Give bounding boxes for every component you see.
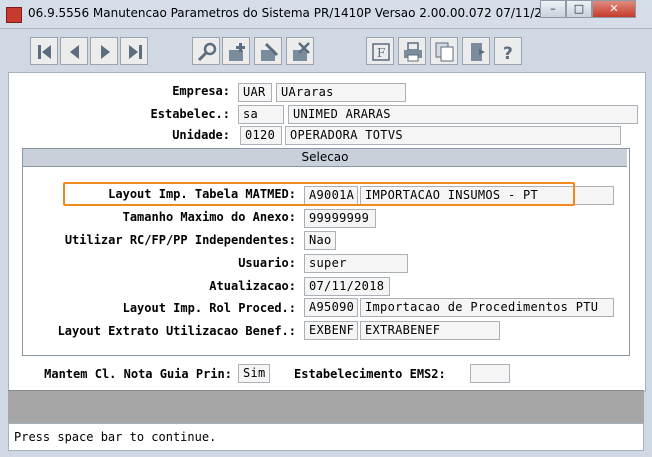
estabelec-name-field[interactable]: UNIMED ARARAS — [288, 105, 638, 124]
last-record-button[interactable] — [120, 37, 148, 65]
selecao-dialog-title: Selecao — [23, 149, 627, 167]
tamanho-anexo-label: Tamanho Maximo do Anexo: — [122, 210, 296, 224]
filter-button[interactable]: F — [366, 37, 394, 65]
search-button[interactable] — [192, 37, 220, 65]
toolbar: F ? — [8, 33, 644, 71]
usuario-label: Usuario: — [238, 256, 296, 270]
help-button[interactable]: ? — [494, 37, 522, 65]
add-button[interactable] — [222, 37, 250, 65]
mantem-cl-label: Mantem Cl. Nota Guia Prin: — [44, 367, 232, 381]
first-record-button[interactable] — [30, 37, 58, 65]
layout-extrato-label: Layout Extrato Utilizacao Benef.: — [57, 324, 296, 338]
title-bar: 06.9.5556 Manutencao Parametros do Siste… — [0, 0, 652, 29]
atualizacao-label: Atualizacao: — [209, 279, 296, 293]
next-icon — [101, 45, 110, 59]
help-icon: ? — [503, 44, 513, 63]
next-record-button[interactable] — [90, 37, 118, 65]
minimize-button[interactable]: – — [540, 0, 566, 18]
svg-text:?: ? — [503, 44, 513, 63]
tamanho-anexo-field[interactable]: 99999999 — [304, 209, 376, 228]
app-window: 06.9.5556 Manutencao Parametros do Siste… — [0, 0, 652, 457]
previous-icon — [70, 45, 79, 59]
empresa-label: Empresa: — [172, 84, 230, 98]
close-button[interactable]: ✕ — [592, 0, 636, 18]
edit-icon — [261, 42, 279, 61]
highlight-box — [63, 182, 575, 206]
empresa-name-field[interactable]: UAraras — [276, 83, 406, 102]
utilizar-rc-field[interactable]: Nao — [304, 231, 336, 250]
layout-rol-value-field[interactable]: Importacao de Procedimentos PTU — [360, 298, 614, 317]
delete-button[interactable] — [286, 37, 314, 65]
filter-icon: F — [372, 43, 390, 61]
first-icon — [38, 45, 51, 59]
estabelecimento-ems2-label: Estabelecimento EMS2: — [294, 367, 446, 381]
empresa-code-field[interactable]: UAR — [238, 83, 272, 102]
estabelecimento-ems2-field[interactable] — [470, 364, 510, 383]
atualizacao-field[interactable]: 07/11/2018 — [304, 277, 390, 296]
unidade-name-field[interactable]: OPERADORA TOTVS — [285, 126, 621, 145]
add-icon — [229, 43, 245, 61]
layout-extrato-value-field[interactable]: EXTRABENEF — [360, 321, 500, 340]
print-button[interactable] — [398, 37, 426, 65]
unidade-label: Unidade: — [172, 128, 230, 142]
estabelec-code-field[interactable]: sa — [238, 105, 284, 124]
key-search-icon — [197, 42, 217, 62]
delete-icon — [293, 42, 310, 61]
layout-extrato-code-field[interactable]: EXBENF — [304, 321, 358, 340]
unidade-code-field[interactable]: 0120 — [240, 126, 282, 145]
utilizar-rc-label: Utilizar RC/FP/PP Independentes: — [64, 233, 296, 247]
maximize-button[interactable]: □ — [566, 0, 592, 18]
exit-button[interactable] — [462, 37, 490, 65]
print-icon — [404, 42, 422, 62]
app-icon — [6, 7, 22, 23]
estabelec-label: Estabelec.: — [150, 107, 230, 121]
svg-text:F: F — [377, 46, 385, 60]
usuario-field[interactable]: super — [304, 254, 408, 273]
last-icon — [129, 45, 142, 59]
copy-icon — [435, 42, 454, 62]
status-message: Press space bar to continue. — [14, 430, 217, 444]
previous-record-button[interactable] — [60, 37, 88, 65]
copy-button[interactable] — [430, 37, 458, 65]
exit-door-icon — [471, 43, 485, 61]
layout-rol-label: Layout Imp. Rol Proced.: — [122, 301, 296, 315]
message-area — [8, 390, 644, 423]
status-bar: Press space bar to continue. — [8, 423, 644, 451]
mantem-cl-field[interactable]: Sim — [238, 364, 270, 383]
edit-button[interactable] — [254, 37, 282, 65]
layout-rol-code-field[interactable]: A95090 — [304, 298, 358, 317]
window-title: 06.9.5556 Manutencao Parametros do Siste… — [28, 6, 616, 20]
